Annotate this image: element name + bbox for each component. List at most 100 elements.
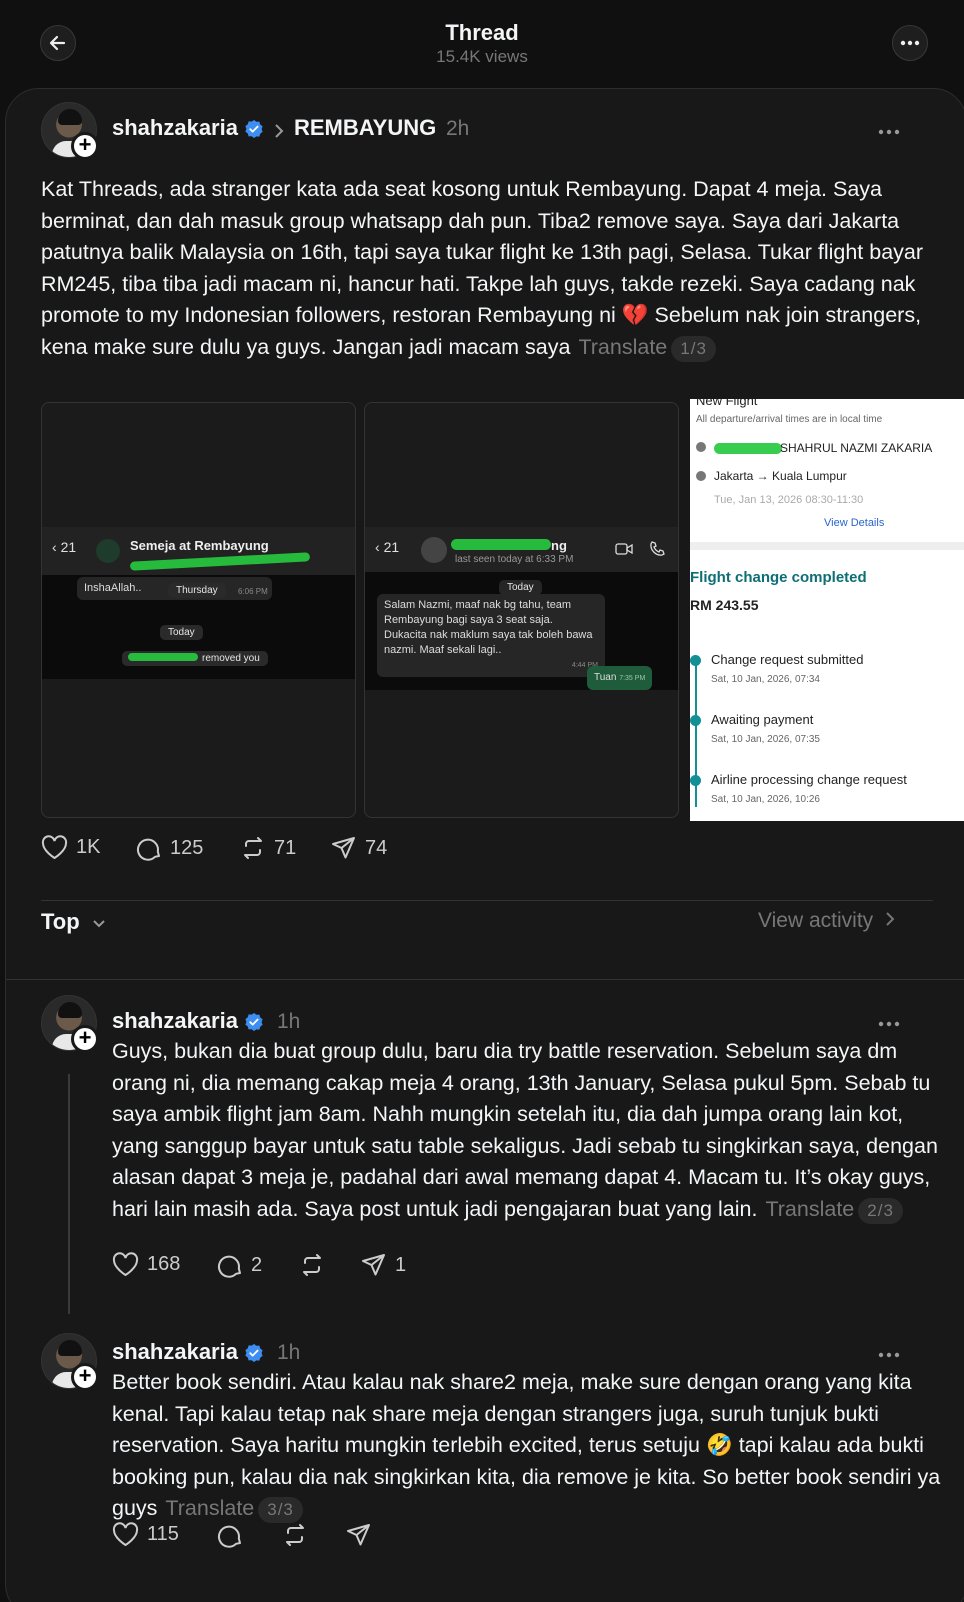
chevron-left-icon: ‹	[52, 539, 57, 555]
send-icon	[347, 1524, 370, 1546]
more-options-button[interactable]	[892, 25, 928, 61]
like-count: 115	[147, 1523, 179, 1545]
reply-message: Tuan 7:35 PM	[587, 666, 653, 690]
sort-dropdown[interactable]: Top	[41, 909, 106, 935]
today-pill: Today	[160, 625, 203, 640]
passenger-name: SHAHRUL NAZMI ZAKARIA	[780, 441, 933, 455]
video-call-icon	[615, 543, 633, 555]
reply-more-button[interactable]	[878, 1338, 900, 1364]
reply-username[interactable]: shahzakaria	[112, 1008, 238, 1034]
view-details-link[interactable]: View Details	[824, 517, 884, 529]
reply-more-button[interactable]	[878, 1007, 900, 1033]
reply-pager: 2/3	[858, 1197, 903, 1224]
verified-badge-icon	[245, 120, 263, 138]
timeline-step-label: Airline processing change request	[711, 772, 907, 787]
comment-button[interactable]: 2	[217, 1252, 262, 1278]
timeline-step-time: Sat, 10 Jan, 2026, 07:34	[711, 674, 820, 685]
repost-icon	[244, 837, 262, 859]
top-bar: Thread 15.4K views	[0, 0, 964, 90]
flight-status-title: Flight change completed	[690, 569, 867, 586]
chat-header: ‹ 21 Semeja at Rembayung	[42, 527, 355, 575]
flight-date: Tue, Jan 13, 2026 08:30-11:30	[714, 494, 864, 506]
contact-name-suffix: ng	[551, 538, 567, 553]
post-more-button[interactable]	[878, 115, 900, 141]
verified-badge-icon	[245, 1013, 263, 1031]
timeline-check-icon	[690, 715, 701, 726]
reply-username[interactable]: shahzakaria	[112, 1339, 238, 1365]
translate-link[interactable]: Translate	[165, 1496, 254, 1520]
translate-link[interactable]: Translate	[578, 335, 667, 359]
comment-icon	[217, 1525, 241, 1548]
page-title: Thread	[445, 20, 519, 45]
repost-button[interactable]	[299, 1252, 325, 1278]
comment-count: 125	[170, 836, 204, 859]
group-icon	[96, 539, 120, 563]
group-title: Semeja at Rembayung	[130, 538, 269, 553]
timeline-step-time: Sat, 10 Jan, 2026, 07:35	[711, 734, 820, 745]
comment-count: 2	[251, 1253, 263, 1276]
like-count: 168	[147, 1253, 181, 1275]
like-button[interactable]: 168	[112, 1252, 180, 1277]
timeline-check-icon	[690, 655, 701, 666]
avatar[interactable]: +	[41, 1333, 99, 1391]
avatar[interactable]: +	[41, 102, 99, 160]
heart-icon	[112, 1252, 139, 1277]
repost-icon	[286, 1524, 304, 1546]
message-time: 6:06 PM	[238, 587, 268, 596]
repost-button[interactable]: 71	[240, 835, 296, 861]
share-button[interactable]: 74	[331, 835, 387, 861]
like-button[interactable]: 115	[112, 1522, 179, 1547]
share-button[interactable]: 1	[361, 1252, 406, 1278]
share-button[interactable]	[346, 1522, 372, 1548]
comment-icon	[217, 1255, 241, 1278]
divider	[6, 979, 964, 980]
post-username[interactable]: shahzakaria	[112, 115, 238, 141]
like-button[interactable]: 1K	[41, 835, 100, 860]
reply-body: Guys, bukan dia buat group dulu, baru di…	[112, 1036, 942, 1225]
today-pill: Today	[499, 580, 542, 595]
image-dm-screenshot[interactable]: ‹ 21 ng last seen today at 6:33 PM Today…	[364, 402, 679, 818]
comment-button[interactable]	[217, 1522, 243, 1548]
message-time: 4:44 PM	[571, 662, 598, 669]
repost-icon	[303, 1254, 321, 1276]
flight-route: Jakarta → Kuala Lumpur	[714, 469, 847, 483]
heart-icon	[112, 1522, 139, 1547]
chevron-left-icon: ‹	[375, 539, 380, 555]
timeline-check-icon	[690, 775, 701, 786]
follow-plus-icon[interactable]: +	[71, 132, 99, 160]
day-pill: Thursday	[168, 583, 226, 598]
reply-time: 1h	[277, 1010, 301, 1033]
image-flight-change-screenshot[interactable]: New Flight All departure/arrival times a…	[690, 399, 964, 821]
follow-plus-icon[interactable]: +	[71, 1363, 99, 1391]
image-group-chat-screenshot[interactable]: ‹ 21 Semeja at Rembayung InshaAllah.. Th…	[41, 402, 356, 818]
more-horizontal-icon	[900, 40, 920, 46]
send-icon	[362, 1254, 385, 1276]
repost-button[interactable]	[282, 1522, 308, 1548]
thread-connector	[68, 1074, 70, 1314]
view-activity-link[interactable]: View activity	[758, 909, 895, 933]
follow-plus-icon[interactable]: +	[71, 1025, 99, 1053]
timeline-step-time: Sat, 10 Jan, 2026, 10:26	[711, 794, 820, 805]
reply-time: 1h	[277, 1341, 301, 1364]
comment-icon	[136, 838, 160, 861]
post-body: Kat Threads, ada stranger kata ada seat …	[41, 174, 931, 363]
chat-area: InshaAllah.. Thursday 6:06 PM Today remo…	[42, 575, 355, 679]
chat-header: ‹ 21 ng last seen today at 6:33 PM	[365, 527, 678, 572]
avatar[interactable]: +	[41, 995, 99, 1053]
chevron-right-icon	[886, 912, 895, 926]
flight-note: All departure/arrival times are in local…	[696, 414, 883, 425]
post-time: 2h	[446, 117, 470, 140]
community-link[interactable]: REMBAYUNG	[294, 115, 436, 141]
translate-link[interactable]: Translate	[765, 1197, 854, 1221]
post-pager: 1/3	[671, 335, 716, 362]
heart-icon	[41, 835, 68, 860]
repost-count: 71	[274, 836, 297, 859]
comment-button[interactable]: 125	[136, 835, 203, 861]
person-icon	[696, 442, 706, 452]
share-count: 1	[395, 1253, 407, 1276]
contact-avatar	[421, 537, 447, 563]
chevron-down-icon	[93, 920, 105, 928]
send-icon	[332, 837, 355, 859]
timeline-step-label: Awaiting payment	[711, 712, 814, 727]
verified-badge-icon	[245, 1344, 263, 1362]
